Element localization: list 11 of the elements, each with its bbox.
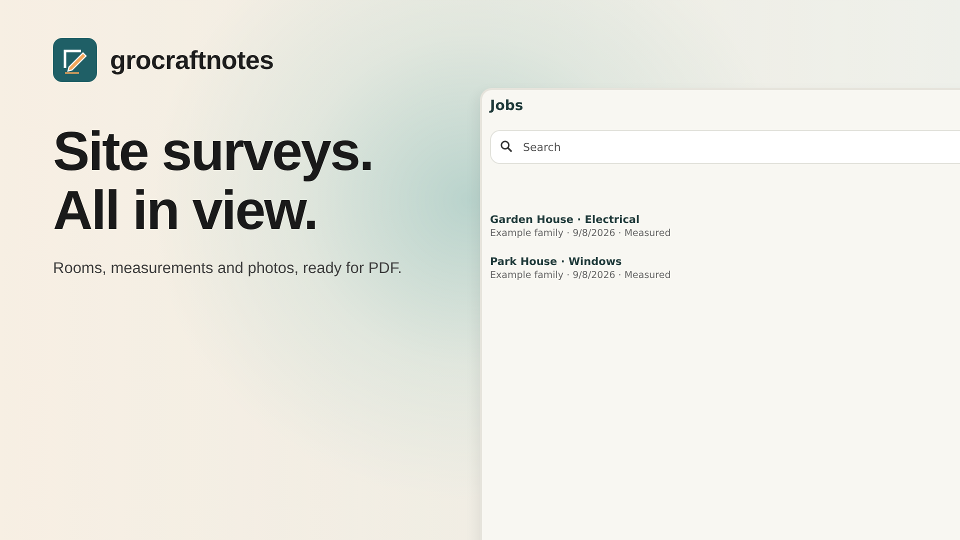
job-details: Example family · 9/8/2026 · Measured [490, 270, 671, 281]
job-details: Example family · 9/8/2026 · Measured [490, 228, 671, 239]
headline: All in view. [53, 181, 318, 240]
screen-title: Jobs [490, 98, 524, 114]
job-title[interactable]: Park House · Windows [490, 256, 622, 268]
subtitle: Rooms, measurements and photos, ready for PDF. [53, 260, 403, 278]
app-logo-icon [53, 38, 97, 82]
headline: Site surveys. [53, 122, 373, 181]
job-title[interactable]: Garden House · Electrical [490, 214, 640, 226]
brand-name: grocraftnotes [110, 44, 274, 76]
search-field[interactable]: Search [490, 130, 960, 164]
